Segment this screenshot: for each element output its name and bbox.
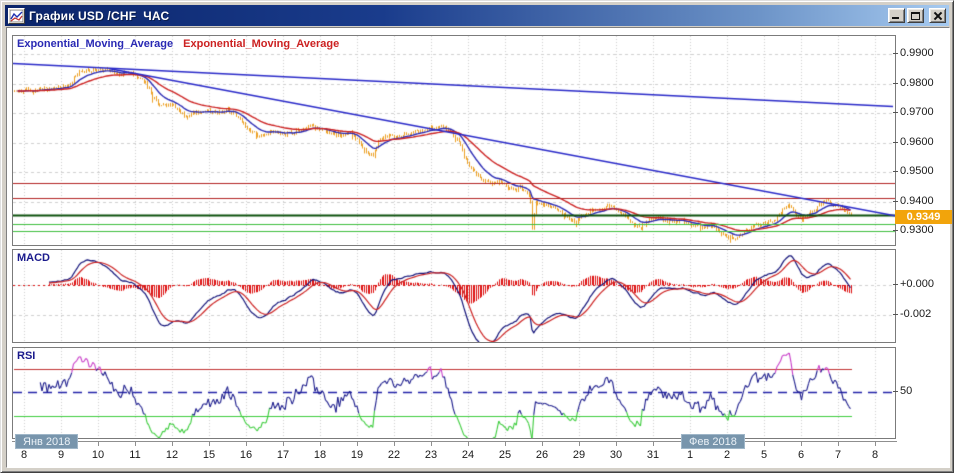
maximize-icon [911,12,920,20]
date-tick-label: 17 [276,449,290,461]
date-tick-label: 16 [239,449,253,461]
chart-icon [8,7,25,24]
date-tick-label: 10 [91,449,105,461]
month-badge-feb: Фев 2018 [681,434,745,449]
date-tick-label: 15 [202,449,216,461]
date-tick-label: 25 [498,449,512,461]
window-controls [888,8,946,23]
month-badge-jan: Янв 2018 [15,434,79,449]
date-tick-label: 12 [165,449,179,461]
date-tick-label: 24 [461,449,475,461]
current-price-badge: 0.9349 [895,210,952,224]
ema-slow-label: Exponential_Moving_Average [183,38,340,50]
date-tick-label: 2 [723,449,731,461]
macd-panel[interactable]: MACD [12,249,896,343]
date-tick-label: 9 [57,449,65,461]
price-tick-label: 0.9500 [893,165,934,177]
price-tick-label: 0.9800 [893,76,934,89]
price-tick-label: 0.9900 [893,47,934,59]
date-tick-label: 29 [572,449,586,461]
date-tick-label: 11 [129,449,141,461]
date-tick-label: 5 [760,449,768,461]
titlebar[interactable]: График USD /CHF ЧАС [5,5,949,26]
macd-tick-label: -0.002 [892,308,932,320]
chart-window: График USD /CHF ЧАС Exponential_Moving_A… [0,0,954,473]
minimize-icon [892,17,899,19]
macd-tick-label: +0.000 [893,278,934,290]
minimize-button[interactable] [888,8,905,23]
close-button[interactable] [929,8,946,23]
date-tick-label: 6 [797,449,805,461]
window-title: График USD /CHF ЧАС [29,8,170,23]
price-tick-label: 0.9600 [893,135,934,148]
rsi-label: RSI [17,350,36,362]
price-panel[interactable]: Exponential_Moving_Average Exponential_M… [12,35,896,246]
macd-label: MACD [17,252,50,264]
chart-client-area: Exponential_Moving_Average Exponential_M… [6,27,952,468]
date-tick-label: 1 [686,449,694,461]
time-axis-line[interactable] [12,441,897,442]
date-tick-label: 23 [424,449,438,461]
rsi-panel[interactable]: RSI [12,347,896,439]
date-tick-label: 18 [313,449,327,461]
price-tick-label: 0.9300 [893,224,934,236]
date-tick-label: 22 [387,449,401,461]
price-tick-label: 0.9700 [893,106,934,118]
date-tick-label: 8 [20,449,28,461]
date-tick-label: 7 [834,449,842,461]
rsi-tick-label: 50 [892,385,913,397]
macd-canvas[interactable] [13,250,895,342]
date-tick-label: 30 [609,449,623,461]
price-chart-canvas[interactable] [13,36,895,245]
indicator-legend: Exponential_Moving_Average Exponential_M… [17,38,346,50]
rsi-canvas[interactable] [13,348,895,438]
maximize-button[interactable] [907,8,924,23]
date-tick-label: 19 [350,449,364,461]
ema-fast-label: Exponential_Moving_Average [17,38,174,50]
date-tick-label: 26 [535,449,549,461]
date-tick-label: 31 [646,449,660,461]
price-tick-label: 0.9400 [893,194,934,207]
date-tick-label: 8 [871,449,879,461]
